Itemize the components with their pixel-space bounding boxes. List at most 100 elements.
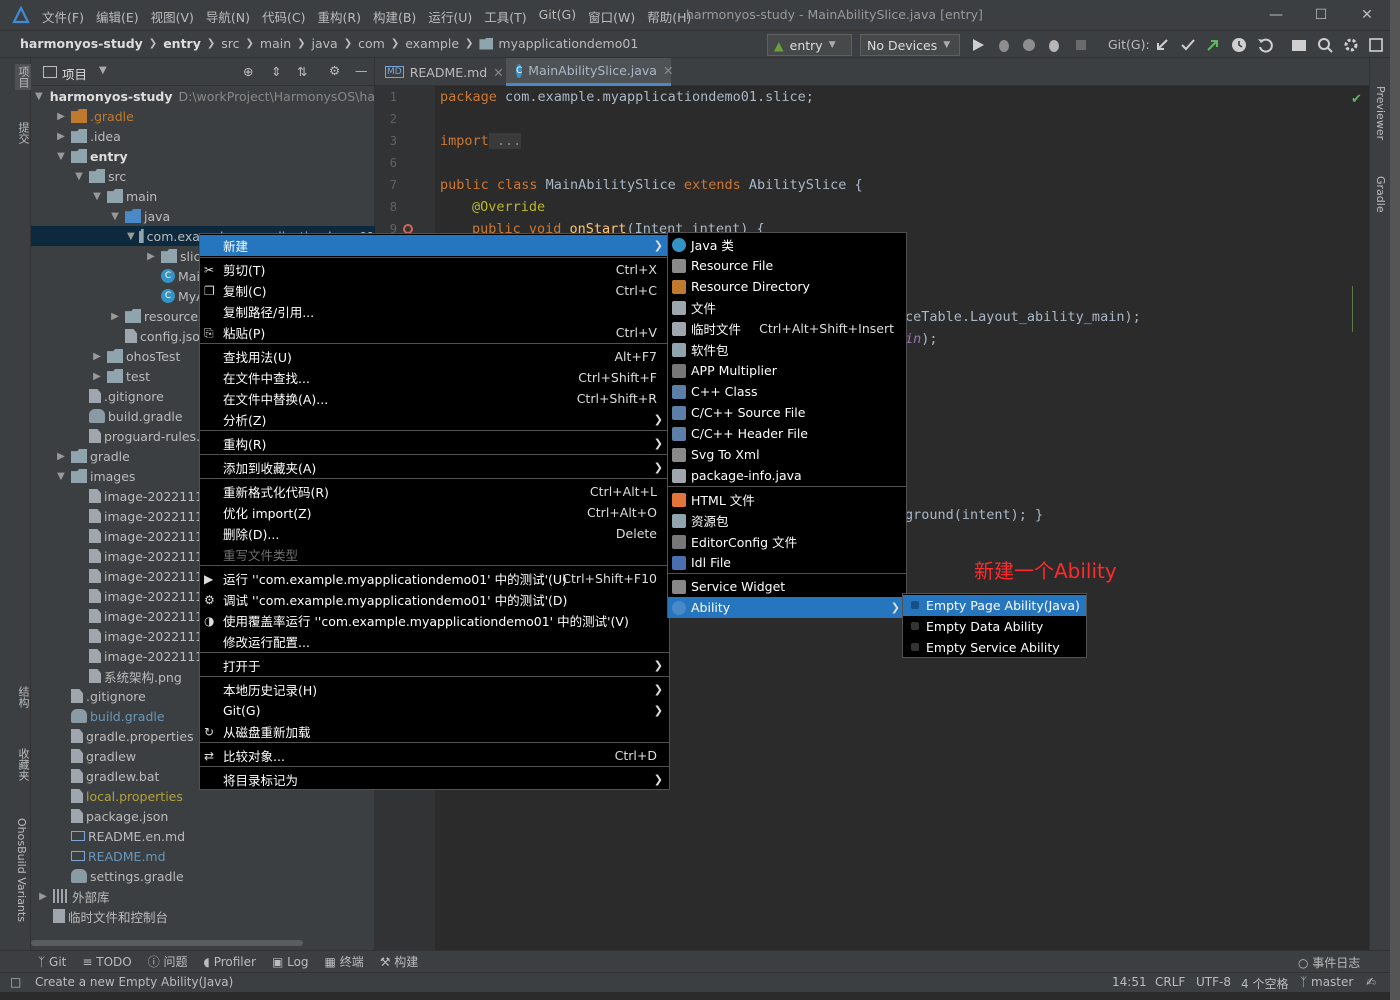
- maximize-icon[interactable]: ☐: [1311, 5, 1331, 25]
- ability-menu-item[interactable]: Empty Page Ability(Java): [903, 595, 1086, 616]
- menu-edit[interactable]: 编辑(E): [96, 7, 139, 26]
- gradle-tool-button[interactable]: Gradle: [1374, 176, 1387, 213]
- run-icon[interactable]: [969, 36, 987, 54]
- new-menu-item[interactable]: HTML 文件: [668, 489, 906, 510]
- crumb-example[interactable]: example: [405, 36, 459, 51]
- crumb-project[interactable]: harmonyos-study: [20, 36, 143, 51]
- git-push-icon[interactable]: [1204, 36, 1222, 54]
- tab-main-ability-slice[interactable]: C MainAbilitySlice.java ✕: [506, 58, 673, 86]
- new-menu-item[interactable]: APP Multiplier: [668, 360, 906, 381]
- project-structure-icon[interactable]: [1290, 36, 1308, 54]
- stop-icon[interactable]: [1072, 36, 1090, 54]
- chevron-right-icon[interactable]: ▶: [37, 891, 49, 902]
- tree-item[interactable]: ▼ src: [31, 166, 375, 186]
- expand-all-icon[interactable]: ⇕: [271, 64, 281, 79]
- new-menu-item[interactable]: Resource File: [668, 255, 906, 276]
- tree-item[interactable]: package.json: [31, 806, 375, 826]
- new-menu-item[interactable]: C/C++ Header File: [668, 423, 906, 444]
- context-menu-item[interactable]: 将目录标记为 ❯: [200, 769, 669, 790]
- menu-run[interactable]: 运行(U): [428, 7, 472, 26]
- gear-icon[interactable]: [1342, 36, 1360, 54]
- context-menu-item[interactable]: ↻ 从磁盘重新加载: [200, 721, 669, 742]
- git-update-icon[interactable]: [1153, 36, 1171, 54]
- device-select[interactable]: No Devices ▼: [860, 34, 960, 56]
- new-menu-item[interactable]: Idl File: [668, 552, 906, 573]
- crumb-java[interactable]: java: [312, 36, 338, 51]
- lock-icon[interactable]: ✍: [1366, 975, 1376, 989]
- chevron-down-icon[interactable]: ▼: [109, 211, 121, 222]
- favorites-tool-button[interactable]: 收藏夹: [15, 748, 31, 781]
- chevron-down-icon[interactable]: ▼: [127, 231, 135, 242]
- close-icon[interactable]: ✕: [1357, 5, 1377, 25]
- sdk-manager-icon[interactable]: [1367, 36, 1385, 54]
- git-branch[interactable]: ᛉ master: [1300, 975, 1353, 989]
- tree-item[interactable]: ▶ 外部库: [31, 886, 375, 906]
- context-menu-item[interactable]: 查找用法(U) Alt+F7: [200, 346, 669, 367]
- event-log-button[interactable]: ○ 事件日志: [1298, 954, 1360, 971]
- menu-refactor[interactable]: 重构(R): [318, 7, 361, 26]
- ability-menu-item[interactable]: Empty Service Ability: [903, 637, 1086, 658]
- context-menu-item[interactable]: Git(G) ❯: [200, 700, 669, 721]
- context-menu-item[interactable]: ▶ 运行 ''com.example.myapplicationdemo01' 中…: [200, 568, 669, 589]
- context-menu-item[interactable]: 优化 import(Z) Ctrl+Alt+O: [200, 502, 669, 523]
- tree-item[interactable]: ▼ entry: [31, 146, 375, 166]
- profile-icon[interactable]: [1020, 36, 1038, 54]
- context-menu-item[interactable]: 本地历史记录(H) ❯: [200, 679, 669, 700]
- menu-code[interactable]: 代码(C): [262, 7, 305, 26]
- chevron-down-icon[interactable]: ▼: [55, 471, 67, 482]
- tool-build[interactable]: ⚒ 构建: [380, 953, 419, 970]
- tool-todo[interactable]: ≡ TODO: [82, 955, 131, 969]
- tool-log[interactable]: ▣ Log: [272, 955, 309, 969]
- minimize-icon[interactable]: —: [1266, 5, 1286, 25]
- rollback-icon[interactable]: [1256, 36, 1274, 54]
- tool-terminal[interactable]: ▦ 终端: [325, 953, 364, 970]
- gear-icon[interactable]: ⚙: [329, 63, 340, 78]
- crumb-src[interactable]: src: [221, 36, 239, 51]
- context-menu-item[interactable]: 在文件中替换(A)... Ctrl+Shift+R: [200, 388, 669, 409]
- new-menu-item[interactable]: package-info.java: [668, 465, 906, 486]
- tool-problems[interactable]: ⓘ 问题: [148, 953, 188, 970]
- menu-window[interactable]: 窗口(W): [588, 7, 635, 26]
- context-menu-item[interactable]: ❐ 复制(C) Ctrl+C: [200, 280, 669, 301]
- context-menu-item[interactable]: 重新格式化代码(R) Ctrl+Alt+L: [200, 481, 669, 502]
- context-menu-item[interactable]: 添加到收藏夹(A) ❯: [200, 457, 669, 478]
- caret-position[interactable]: 14:51: [1112, 975, 1147, 989]
- commit-tool-button[interactable]: 提交: [15, 122, 31, 144]
- build-variants-tool-button[interactable]: OhosBuild Variants: [15, 818, 28, 922]
- chevron-right-icon[interactable]: ▶: [55, 451, 67, 462]
- chevron-right-icon[interactable]: ▶: [145, 251, 157, 262]
- context-menu-item[interactable]: 重构(R) ❯: [200, 433, 669, 454]
- line-separator[interactable]: CRLF: [1155, 975, 1185, 989]
- menu-git[interactable]: Git(G): [539, 7, 577, 26]
- tree-item[interactable]: ▶ .gradle: [31, 106, 375, 126]
- close-icon[interactable]: ✕: [663, 63, 673, 78]
- tree-item[interactable]: settings.gradle: [31, 866, 375, 886]
- tree-item[interactable]: 临时文件和控制台: [31, 906, 375, 926]
- git-commit-icon[interactable]: [1179, 36, 1197, 54]
- crumb-entry[interactable]: entry: [163, 36, 201, 51]
- tab-readme[interactable]: MD README.md ✕: [375, 58, 506, 86]
- context-menu-item[interactable]: ⇄ 比较对象... Ctrl+D: [200, 745, 669, 766]
- locate-icon[interactable]: ⊕: [243, 64, 253, 79]
- menu-view[interactable]: 视图(V): [151, 7, 194, 26]
- new-menu-item[interactable]: 文件: [668, 297, 906, 318]
- tree-item[interactable]: ▼ main: [31, 186, 375, 206]
- indent-setting[interactable]: 4 个空格: [1241, 975, 1288, 992]
- new-menu-item[interactable]: Svg To Xml: [668, 444, 906, 465]
- context-menu-item[interactable]: 修改运行配置...: [200, 631, 669, 652]
- context-menu-item[interactable]: ✂ 剪切(T) Ctrl+X: [200, 259, 669, 280]
- chevron-down-icon[interactable]: ▼: [91, 191, 103, 202]
- hide-icon[interactable]: —: [355, 63, 368, 78]
- chevron-down-icon[interactable]: ▼: [73, 171, 85, 182]
- horizontal-scrollbar[interactable]: [31, 940, 303, 946]
- new-menu-item[interactable]: Service Widget: [668, 576, 906, 597]
- debug-icon[interactable]: [995, 36, 1013, 54]
- project-tool-button[interactable]: 项目: [15, 64, 31, 90]
- ability-menu-item[interactable]: Empty Data Ability: [903, 616, 1086, 637]
- new-menu-item[interactable]: 资源包: [668, 510, 906, 531]
- chevron-down-icon[interactable]: ▼: [55, 151, 67, 162]
- new-menu-item[interactable]: Ability ❯: [668, 597, 906, 618]
- context-menu-item[interactable]: 分析(Z) ❯: [200, 409, 669, 430]
- folded-imports[interactable]: ...: [488, 133, 522, 149]
- chevron-right-icon[interactable]: ▶: [55, 131, 67, 142]
